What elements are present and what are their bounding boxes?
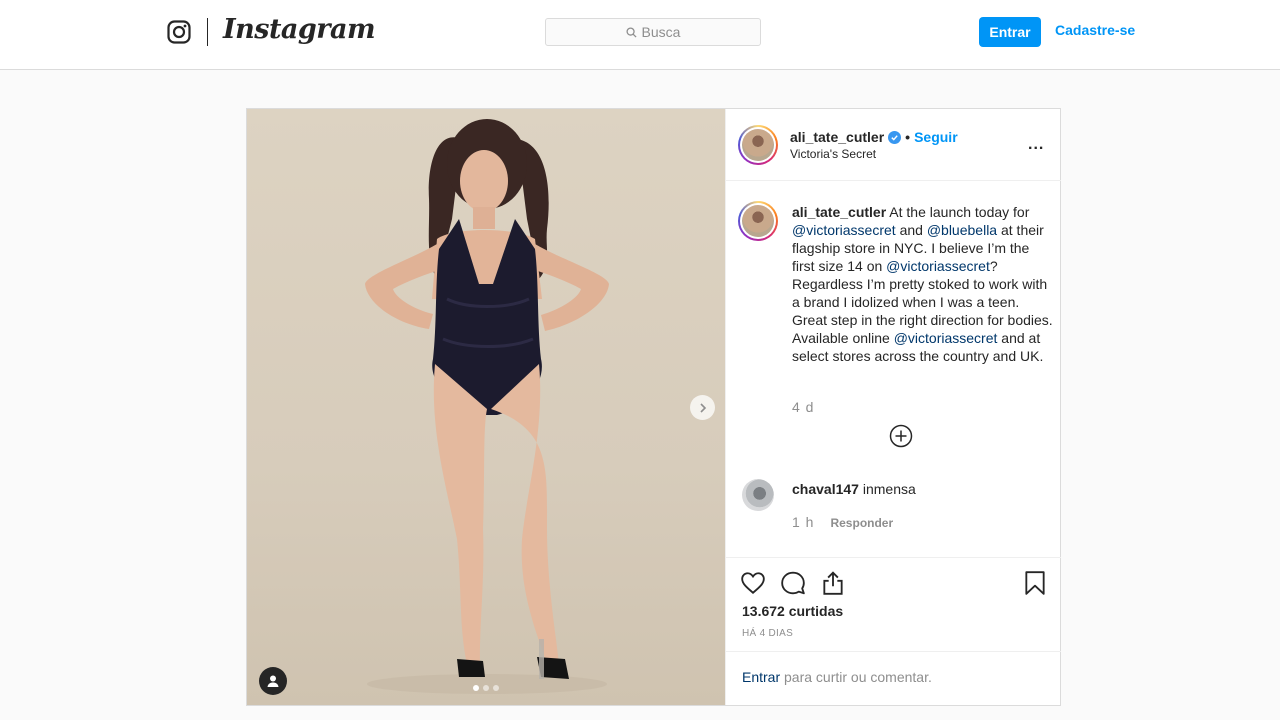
login-to-comment: Entrar para curtir ou comentar. bbox=[726, 651, 1061, 705]
post-sidebar: ali_tate_cutler • Seguir Victoria's Secr… bbox=[725, 109, 1061, 705]
mention-link[interactable]: @victoriassecret bbox=[792, 222, 896, 238]
commenter-avatar[interactable] bbox=[742, 479, 774, 511]
mention-link[interactable]: @victoriassecret bbox=[886, 258, 990, 274]
mention-link[interactable]: @bluebella bbox=[927, 222, 997, 238]
carousel-dot bbox=[473, 685, 479, 691]
comment: chaval147 inmensa bbox=[792, 481, 916, 497]
post-card: ali_tate_cutler • Seguir Victoria's Secr… bbox=[246, 108, 1061, 706]
user-icon bbox=[267, 675, 279, 687]
comments-area: ali_tate_cutler At the launch today for … bbox=[726, 181, 1061, 557]
carousel-dot bbox=[493, 685, 499, 691]
heart-icon[interactable] bbox=[740, 570, 766, 596]
login-button[interactable]: Entrar bbox=[979, 17, 1041, 47]
post-location[interactable]: Victoria's Secret bbox=[790, 147, 876, 161]
comment-meta: 1 h Responder bbox=[792, 514, 893, 530]
comment-text: inmensa bbox=[862, 481, 916, 497]
header-divider bbox=[207, 18, 208, 46]
post-actions: 13.672 curtidas HÁ 4 DIAS bbox=[726, 557, 1061, 651]
verified-badge-icon bbox=[888, 130, 902, 144]
search-placeholder: Busca bbox=[641, 24, 681, 40]
caption-author-avatar[interactable] bbox=[738, 201, 778, 241]
follow-button[interactable]: Seguir bbox=[914, 129, 958, 145]
post-timestamp[interactable]: HÁ 4 DIAS bbox=[742, 628, 793, 639]
caption-time[interactable]: 4 d bbox=[792, 399, 814, 415]
likes-count[interactable]: 13.672 curtidas bbox=[742, 603, 843, 619]
top-nav: Instagram Busca Entrar Cadastre-se bbox=[0, 0, 1280, 70]
tagged-users-button[interactable] bbox=[259, 667, 287, 695]
bookmark-icon[interactable] bbox=[1022, 570, 1048, 596]
carousel-indicator bbox=[473, 685, 499, 691]
comment-username[interactable]: chaval147 bbox=[792, 481, 859, 497]
more-options-icon[interactable]: ... bbox=[1028, 136, 1044, 154]
post-header: ali_tate_cutler • Seguir Victoria's Secr… bbox=[726, 109, 1061, 181]
author-avatar[interactable] bbox=[738, 125, 778, 165]
post-photo[interactable] bbox=[247, 109, 725, 705]
search-input[interactable]: Busca bbox=[545, 18, 761, 46]
next-photo-button[interactable] bbox=[690, 395, 715, 420]
load-more-comments-icon[interactable] bbox=[889, 424, 913, 448]
author-line: ali_tate_cutler • Seguir bbox=[790, 129, 958, 145]
login-prompt-text: para curtir ou comentar. bbox=[780, 669, 932, 685]
separator-dot: • bbox=[905, 129, 911, 145]
instagram-wordmark[interactable]: Instagram bbox=[223, 14, 376, 45]
caption-username[interactable]: ali_tate_cutler bbox=[792, 204, 886, 220]
search-icon bbox=[625, 26, 637, 38]
post-caption: ali_tate_cutler At the launch today for … bbox=[792, 203, 1054, 365]
author-username[interactable]: ali_tate_cutler bbox=[790, 129, 884, 145]
signup-link[interactable]: Cadastre-se bbox=[1055, 22, 1135, 38]
share-icon[interactable] bbox=[820, 570, 846, 596]
caption-text: At the launch today for bbox=[886, 204, 1030, 220]
reply-button[interactable]: Responder bbox=[830, 516, 893, 530]
chevron-right-icon bbox=[699, 402, 706, 413]
login-link[interactable]: Entrar bbox=[742, 669, 780, 685]
mention-link[interactable]: @victoriassecret bbox=[894, 330, 998, 346]
carousel-dot bbox=[483, 685, 489, 691]
instagram-logo-icon[interactable] bbox=[167, 20, 191, 44]
comment-icon[interactable] bbox=[780, 570, 806, 596]
comment-time[interactable]: 1 h bbox=[792, 514, 814, 530]
model-photo-illustration bbox=[365, 119, 609, 694]
caption-text: and bbox=[895, 222, 927, 238]
